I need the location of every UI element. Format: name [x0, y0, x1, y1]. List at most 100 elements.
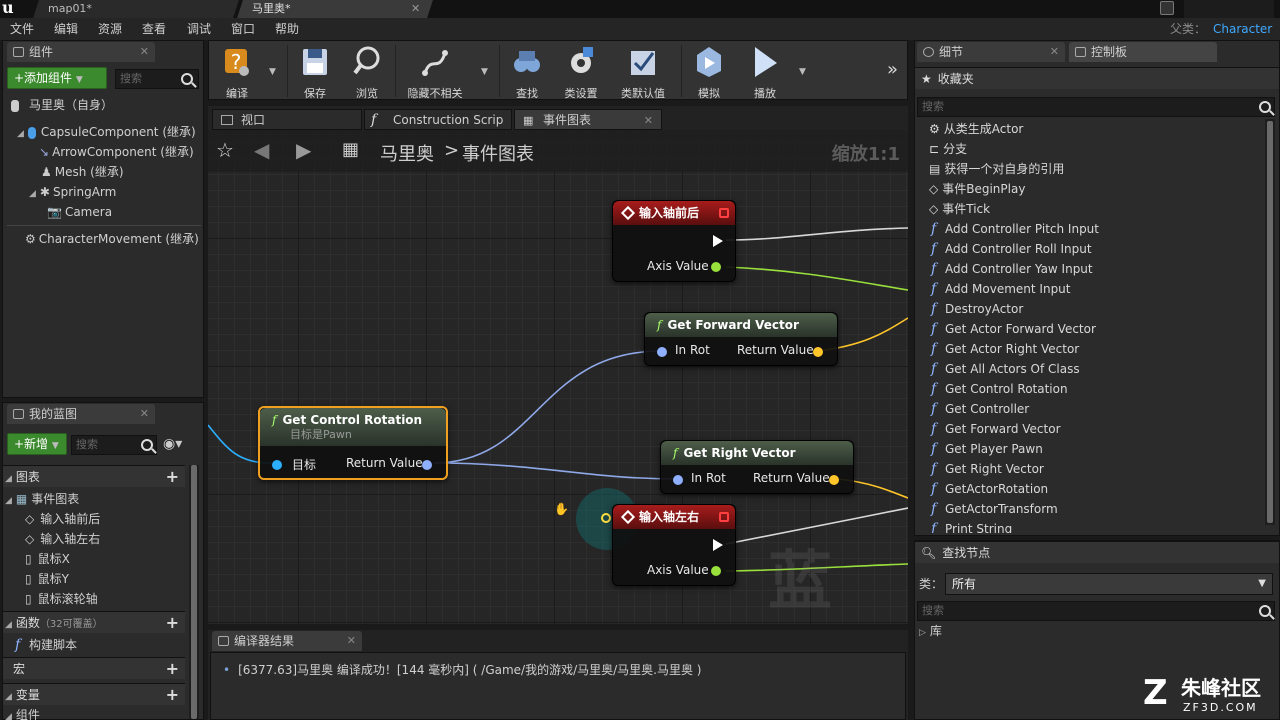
tree-item-movement[interactable]: ⚙ CharacterMovement (继承) — [25, 229, 199, 249]
close-icon[interactable]: ✕ — [411, 0, 420, 18]
palette-item-self-ref[interactable]: ▤ 获得一个对自身的引用 — [929, 159, 1064, 179]
feedback-icon[interactable] — [1160, 1, 1174, 15]
tab-details[interactable]: 细节 ✕ — [917, 42, 1065, 62]
play-dropdown-icon[interactable]: ▼ — [799, 67, 806, 77]
palette-item-function[interactable]: f Print String — [931, 519, 1012, 533]
tab-mario[interactable]: 马里奥* ✕ — [237, 0, 433, 18]
breadcrumb-root[interactable]: 马里奥 — [380, 140, 434, 166]
tree-item-arrow[interactable]: ↘ ArrowComponent (继承) — [39, 142, 194, 162]
expand-arrow-icon[interactable]: ◢ — [29, 189, 36, 199]
close-icon[interactable]: ✕ — [140, 404, 149, 424]
construction-script-item[interactable]: f 构建脚本 — [15, 635, 77, 655]
play-button[interactable]: 播放 — [741, 43, 789, 100]
expand-arrow-icon[interactable]: ▷ — [919, 628, 926, 638]
tree-item-springarm[interactable]: ◢ ✱ SpringArm — [29, 182, 116, 202]
node-input-axis-right[interactable]: 输入轴左右 Axis Value — [612, 504, 736, 586]
add-variable-icon[interactable]: + — [166, 684, 179, 706]
scrollbar-thumb[interactable] — [1267, 121, 1273, 523]
palette-item-function[interactable]: f Get Actor Right Vector — [931, 339, 1079, 359]
event-graph-canvas[interactable]: ☆ ◀ ▶ ▦ 马里奥 > 事件图表 缩放1:1 蓝图 输入轴前后 Axis V… — [208, 130, 908, 624]
expand-arrow-icon[interactable]: ◢ — [5, 496, 12, 506]
scrollbar-thumb[interactable] — [191, 465, 197, 719]
axis-value-pin[interactable] — [711, 566, 721, 576]
in-rot-pin[interactable] — [673, 475, 683, 485]
palette-item-function[interactable]: f Add Controller Pitch Input — [931, 219, 1099, 239]
return-value-pin[interactable] — [813, 347, 823, 357]
compile-button[interactable]: ? 编译 — [213, 43, 261, 100]
tab-components[interactable]: 组件 ✕ — [7, 42, 155, 62]
palette-item-function[interactable]: f GetActorTransform — [931, 499, 1058, 519]
find-node-search-input[interactable]: 搜索 — [917, 601, 1275, 621]
close-icon[interactable]: ✕ — [140, 42, 149, 62]
palette-search-input[interactable]: 搜索 — [917, 97, 1275, 117]
parent-class-link[interactable]: Character — [1213, 18, 1272, 40]
palette-item-function[interactable]: f GetActorRotation — [931, 479, 1048, 499]
add-graph-icon[interactable]: + — [166, 466, 179, 488]
palette-item-function[interactable]: f Get Actor Forward Vector — [931, 319, 1096, 339]
palette-item-function[interactable]: f Add Controller Yaw Input — [931, 259, 1093, 279]
return-value-pin[interactable] — [829, 475, 839, 485]
palette-item-function[interactable]: f Get Player Pawn — [931, 439, 1043, 459]
hide-unrelated-dropdown-icon[interactable]: ▼ — [481, 67, 488, 77]
menu-asset[interactable]: 资源 — [98, 18, 122, 40]
node-get-right-vector[interactable]: f Get Right Vector In Rot Return Value — [660, 440, 854, 494]
tab-palette[interactable]: 控制板 — [1069, 42, 1217, 62]
menu-help[interactable]: 帮助 — [275, 18, 299, 40]
close-icon[interactable]: ✕ — [1050, 42, 1059, 62]
menu-view[interactable]: 查看 — [142, 18, 166, 40]
tab-construction-script[interactable]: f Construction Scrip — [364, 109, 512, 130]
event-item-wheel[interactable]: ▯ 鼠标滚轮轴 — [25, 589, 98, 609]
blueprint-scrollbar[interactable] — [189, 465, 199, 719]
macros-section-header[interactable]: 宏 + — [3, 657, 185, 679]
delegate-pin-icon[interactable] — [719, 512, 729, 522]
search-icon[interactable] — [181, 73, 193, 85]
tab-viewport[interactable]: 视口 — [212, 109, 362, 130]
expand-arrow-icon[interactable]: ◢ — [17, 129, 24, 139]
star-icon[interactable]: ☆ — [216, 138, 234, 162]
find-node-header[interactable]: 🔍︎ 查找节点 — [915, 541, 1279, 563]
palette-item-function[interactable]: f Add Movement Input — [931, 279, 1071, 299]
browse-button[interactable]: 浏览 — [343, 43, 391, 100]
favorites-header[interactable]: ★ 收藏夹 — [915, 67, 1279, 89]
palette-item-beginplay[interactable]: ◇ 事件BeginPlay — [929, 179, 1025, 199]
add-new-button[interactable]: +新增 ▼ — [7, 433, 67, 455]
node-get-forward-vector[interactable]: f Get Forward Vector In Rot Return Value — [644, 312, 838, 366]
palette-item-function[interactable]: f Get Right Vector — [931, 459, 1044, 479]
return-value-pin[interactable] — [422, 460, 432, 470]
exec-out-pin[interactable] — [713, 235, 723, 247]
tree-item-mesh[interactable]: ♟ Mesh (继承) — [41, 162, 124, 182]
library-tree-item[interactable]: ▷ 库 — [919, 621, 942, 641]
find-button[interactable]: 查找 — [503, 43, 551, 100]
functions-section-header[interactable]: ◢ 函数（32可覆盖） + — [3, 611, 185, 633]
menu-edit[interactable]: 编辑 — [54, 18, 78, 40]
menu-file[interactable]: 文件 — [10, 18, 34, 40]
breadcrumb-leaf[interactable]: 事件图表 — [462, 140, 534, 166]
menu-debug[interactable]: 调试 — [187, 18, 211, 40]
components-section-header[interactable]: ◢ 组件 — [5, 705, 40, 720]
tree-root-self[interactable]: 马里奥（自身） — [11, 95, 113, 115]
tab-map01[interactable]: map01* — [33, 0, 239, 18]
palette-scrollbar[interactable] — [1265, 119, 1275, 525]
event-item-mouse-x[interactable]: ▯ 鼠标X — [25, 549, 70, 569]
palette-item-function[interactable]: f Get Control Rotation — [931, 379, 1068, 399]
palette-item-function[interactable]: f Get Forward Vector — [931, 419, 1061, 439]
event-item-right[interactable]: ◇ 输入轴左右 — [25, 529, 100, 549]
palette-item-tick[interactable]: ◇ 事件Tick — [929, 199, 990, 219]
compile-dropdown-icon[interactable]: ▼ — [269, 67, 276, 77]
add-macro-icon[interactable]: + — [166, 658, 179, 680]
search-icon[interactable] — [1259, 101, 1271, 113]
palette-item-function[interactable]: f Add Controller Roll Input — [931, 239, 1092, 259]
toolbar-overflow-icon[interactable]: » — [887, 59, 898, 80]
save-button[interactable]: 保存 — [291, 43, 339, 100]
tab-compiler-results[interactable]: 编译器结果 ✕ — [212, 631, 362, 651]
add-function-icon[interactable]: + — [166, 612, 179, 634]
axis-value-pin[interactable] — [711, 262, 721, 272]
close-icon[interactable]: ✕ — [644, 110, 653, 131]
event-item-mouse-y[interactable]: ▯ 鼠标Y — [25, 569, 69, 589]
menu-window[interactable]: 窗口 — [231, 18, 255, 40]
tab-my-blueprint[interactable]: 我的蓝图 ✕ — [7, 404, 155, 424]
forward-arrow-icon[interactable]: ▶ — [296, 138, 311, 162]
palette-item-spawn-actor[interactable]: ⚙ 从类生成Actor — [929, 119, 1023, 139]
event-item-forward[interactable]: ◇ 输入轴前后 — [25, 509, 100, 529]
palette-item-function[interactable]: f Get All Actors Of Class — [931, 359, 1080, 379]
